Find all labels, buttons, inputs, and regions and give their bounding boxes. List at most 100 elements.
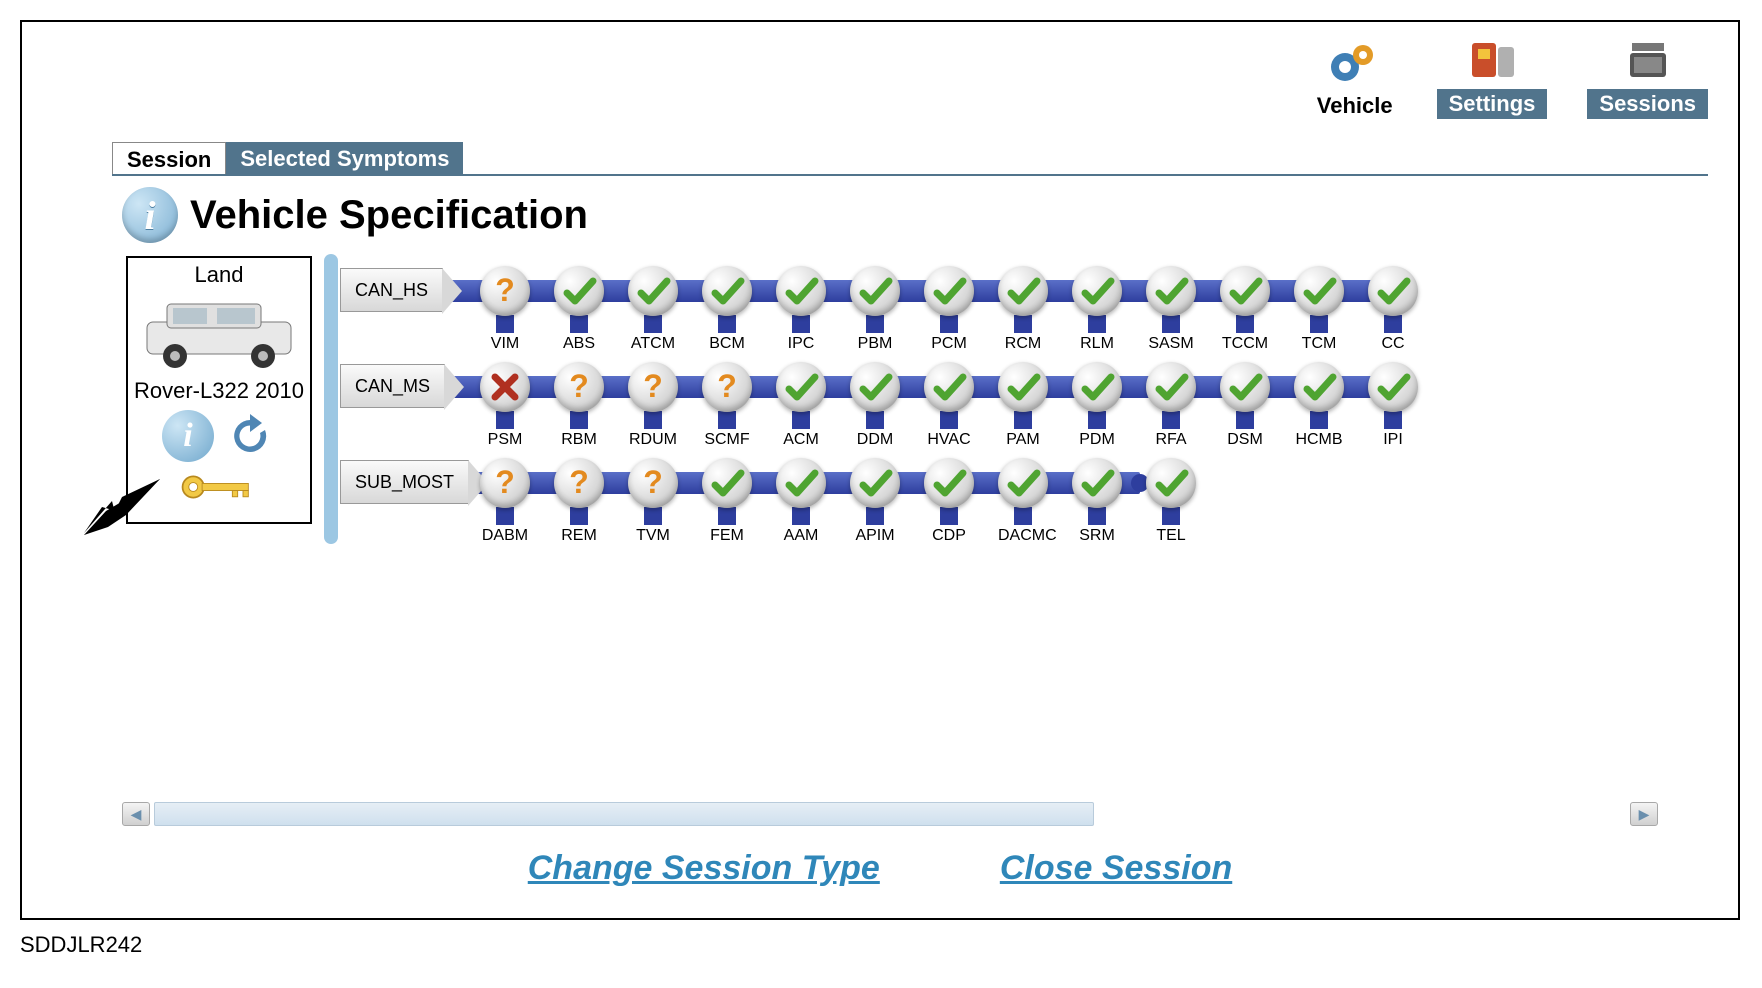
status-ok-icon [1072, 362, 1122, 412]
module-node-HVAC[interactable]: HVAC [924, 362, 974, 449]
toolbar-vehicle[interactable]: Vehicle [1313, 36, 1397, 119]
module-label: REM [554, 527, 604, 545]
sessions-icon [1613, 32, 1683, 87]
module-node-APIM[interactable]: APIM [850, 458, 900, 545]
module-label: SCMF [702, 431, 752, 449]
module-label: SRM [1072, 527, 1122, 545]
module-node-CDP[interactable]: CDP [924, 458, 974, 545]
status-q-icon: ? [554, 362, 604, 412]
svg-text:?: ? [495, 465, 515, 500]
toolbar-label: Settings [1437, 89, 1548, 119]
status-ok-icon [924, 266, 974, 316]
vehicle-info-button[interactable]: i [162, 410, 214, 462]
module-node-TVM[interactable]: ?TVM [628, 458, 678, 545]
change-session-link[interactable]: Change Session Type [528, 849, 880, 888]
scroll-right-button[interactable]: ▶ [1630, 802, 1658, 826]
module-node-IPC[interactable]: IPC [776, 266, 826, 353]
module-node-RDUM[interactable]: ?RDUM [628, 362, 678, 449]
top-toolbar: Vehicle Settings Sessions [1313, 32, 1708, 119]
close-session-link[interactable]: Close Session [1000, 849, 1232, 888]
module-node-HCMB[interactable]: HCMB [1294, 362, 1344, 449]
module-node-SRM[interactable]: SRM [1072, 458, 1122, 545]
module-label: CDP [924, 527, 974, 545]
svg-text:?: ? [569, 369, 589, 404]
horizontal-scrollbar[interactable]: ◀ ▶ [122, 800, 1658, 828]
status-ok-icon [998, 266, 1048, 316]
status-q-icon: ? [628, 362, 678, 412]
module-node-TEL[interactable]: TEL [1146, 458, 1196, 545]
status-ok-icon [1368, 362, 1418, 412]
status-ok-icon [776, 458, 826, 508]
module-node-PCM[interactable]: PCM [924, 266, 974, 353]
status-ok-icon [1072, 458, 1122, 508]
module-label: DDM [850, 431, 900, 449]
module-node-SCMF[interactable]: ?SCMF [702, 362, 752, 449]
module-node-PDM[interactable]: PDM [1072, 362, 1122, 449]
module-node-TCM[interactable]: TCM [1294, 266, 1344, 353]
toolbar-sessions[interactable]: Sessions [1587, 32, 1708, 119]
module-label: PSM [480, 431, 530, 449]
module-node-PSM[interactable]: PSM [480, 362, 530, 449]
app-window: Vehicle Settings Sessions SessionSelected … [20, 20, 1740, 920]
module-node-FEM[interactable]: FEM [702, 458, 752, 545]
status-q-icon: ? [480, 266, 530, 316]
module-label: APIM [850, 527, 900, 545]
bus-label[interactable]: CAN_HS [340, 268, 443, 312]
module-node-RLM[interactable]: RLM [1072, 266, 1122, 353]
module-node-REM[interactable]: ?REM [554, 458, 604, 545]
module-label: CC [1368, 335, 1418, 353]
module-node-BCM[interactable]: BCM [702, 266, 752, 353]
tab-session[interactable]: Session [112, 142, 226, 174]
module-node-SASM[interactable]: SASM [1146, 266, 1196, 353]
status-ok-icon [1220, 266, 1270, 316]
module-label: IPI [1368, 431, 1418, 449]
module-label: FEM [702, 527, 752, 545]
module-node-CC[interactable]: CC [1368, 266, 1418, 353]
status-ok-icon [850, 362, 900, 412]
module-node-DABM[interactable]: ?DABM [480, 458, 530, 545]
module-node-RFA[interactable]: RFA [1146, 362, 1196, 449]
module-node-ABS[interactable]: ABS [554, 266, 604, 353]
bottom-action-links: Change Session Type Close Session [22, 849, 1738, 888]
status-ok-icon [776, 266, 826, 316]
scroll-track[interactable] [154, 802, 1094, 826]
status-ok-icon [554, 266, 604, 316]
module-label: TCM [1294, 335, 1344, 353]
module-node-RBM[interactable]: ?RBM [554, 362, 604, 449]
page-title: Vehicle Specification [190, 193, 588, 238]
bus-root-bar [324, 254, 338, 544]
module-label: DACMC [998, 527, 1048, 545]
bus-row-CAN_MS: CAN_MSPSM?RBM?RDUM?SCMFACMDDMHVACPAMPDMR… [340, 356, 1718, 452]
status-ok-icon [1220, 362, 1270, 412]
module-node-DACMC[interactable]: DACMC [998, 458, 1048, 545]
module-node-PAM[interactable]: PAM [998, 362, 1048, 449]
status-ok-icon [1368, 266, 1418, 316]
module-node-ATCM[interactable]: ATCM [628, 266, 678, 353]
module-label: ATCM [628, 335, 678, 353]
bus-label[interactable]: SUB_MOST [340, 460, 469, 504]
figure-reference-id: SDDJLR242 [20, 932, 142, 958]
pointer-arrow-icon [82, 477, 162, 537]
scroll-left-button[interactable]: ◀ [122, 802, 150, 826]
module-label: DSM [1220, 431, 1270, 449]
toolbar-settings[interactable]: Settings [1437, 32, 1548, 119]
module-node-RCM[interactable]: RCM [998, 266, 1048, 353]
module-node-AAM[interactable]: AAM [776, 458, 826, 545]
module-label: TCCM [1220, 335, 1270, 353]
settings-icon [1457, 32, 1527, 87]
module-label: PAM [998, 431, 1048, 449]
svg-text:?: ? [643, 465, 663, 500]
module-node-TCCM[interactable]: TCCM [1220, 266, 1270, 353]
bus-label[interactable]: CAN_MS [340, 364, 445, 408]
module-node-ACM[interactable]: ACM [776, 362, 826, 449]
tab-selected-symptoms[interactable]: Selected Symptoms [226, 142, 463, 174]
refresh-button[interactable] [224, 410, 276, 462]
module-label: BCM [702, 335, 752, 353]
module-node-VIM[interactable]: ?VIM [480, 266, 530, 353]
module-node-IPI[interactable]: IPI [1368, 362, 1418, 449]
module-label: RCM [998, 335, 1048, 353]
module-node-DDM[interactable]: DDM [850, 362, 900, 449]
module-node-DSM[interactable]: DSM [1220, 362, 1270, 449]
module-node-PBM[interactable]: PBM [850, 266, 900, 353]
info-icon: i [122, 187, 178, 243]
